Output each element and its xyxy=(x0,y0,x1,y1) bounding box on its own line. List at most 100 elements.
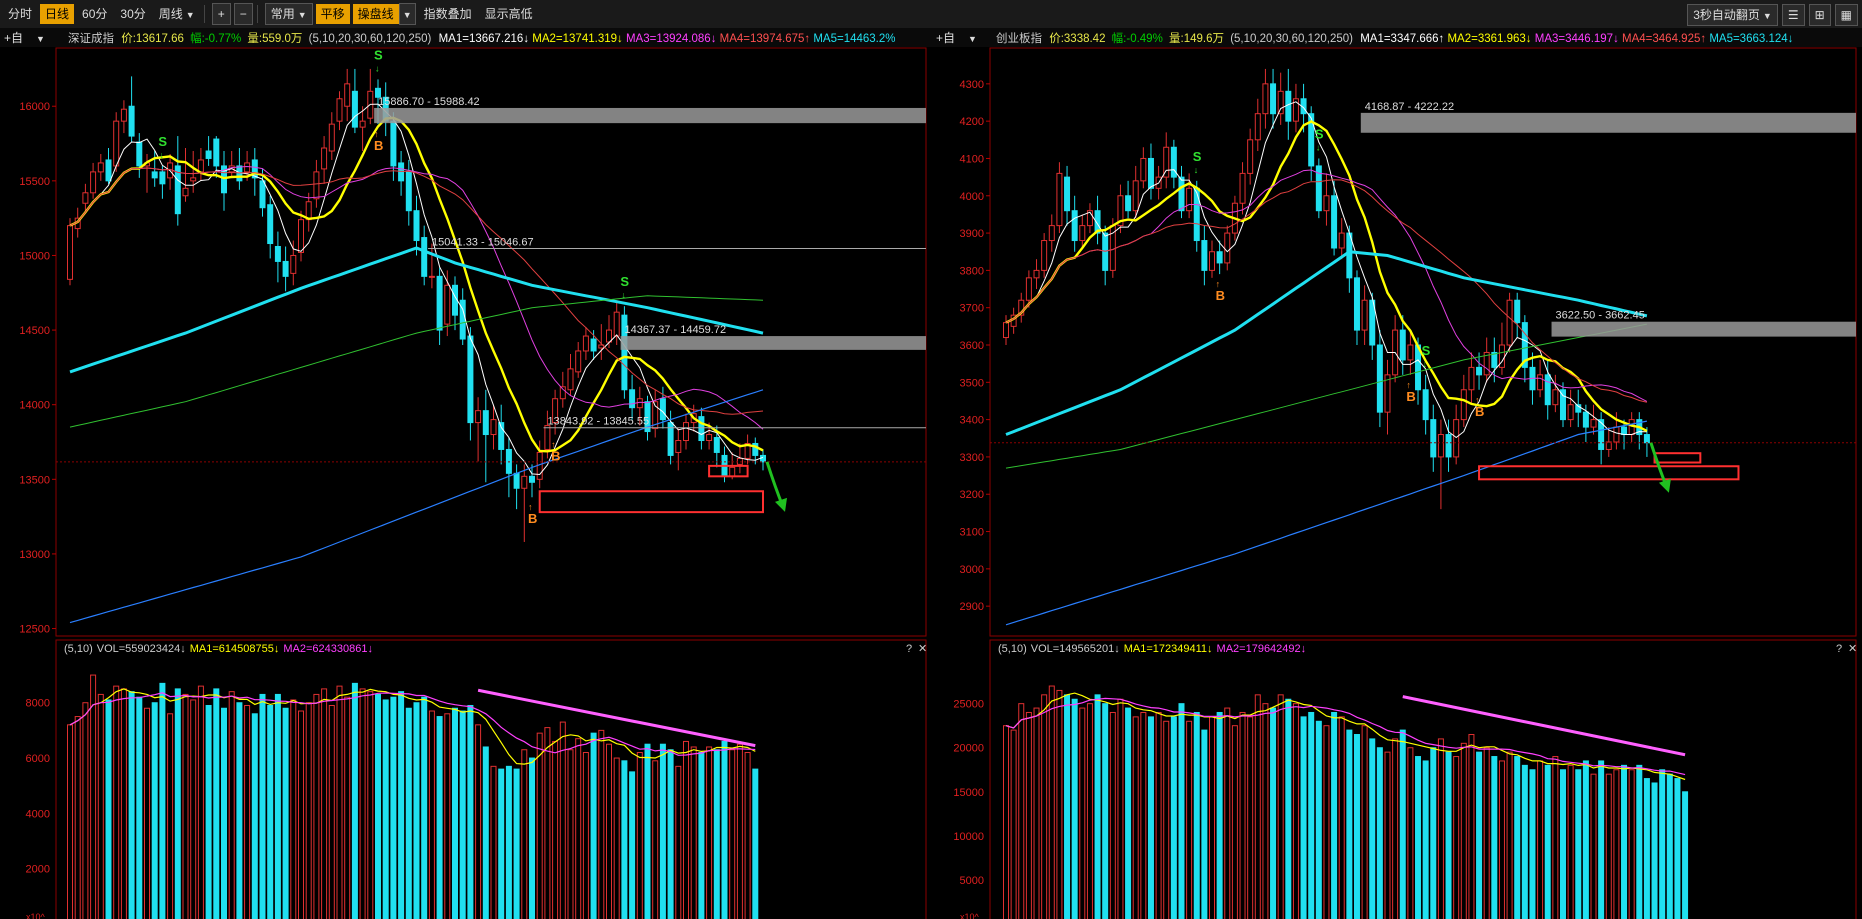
candle-body xyxy=(328,123,335,152)
candle-body xyxy=(1186,187,1193,212)
volume-bar xyxy=(459,710,466,919)
volume-label: VOL=559023424↓ xyxy=(97,643,186,655)
volume-bar xyxy=(167,713,174,919)
volume-bar xyxy=(244,704,251,919)
range-label: 15886.70 - 15988.42 xyxy=(378,96,480,108)
volume-bar xyxy=(298,710,304,919)
volume-bar xyxy=(1231,725,1238,919)
volume-bar xyxy=(90,674,97,919)
volume-bar xyxy=(659,743,666,919)
volume-bar xyxy=(305,702,312,919)
candle-body xyxy=(1216,251,1223,264)
candle-body xyxy=(1407,344,1414,361)
candle-body xyxy=(428,275,435,278)
volume-bar xyxy=(482,746,489,919)
corner-menu-button[interactable]: +自 xyxy=(936,31,955,45)
volume-bar xyxy=(282,707,289,919)
candle-body xyxy=(1270,83,1277,115)
price-tick-label: 13000 xyxy=(19,549,50,561)
candle-body xyxy=(421,237,428,277)
period-week-tab[interactable]: 周线 ▼ xyxy=(154,4,200,24)
period-day-tab[interactable]: 日线 xyxy=(40,4,75,24)
ma4-label: MA4=3464.925↑ xyxy=(1622,33,1706,45)
volume-bar xyxy=(1674,778,1681,919)
volume-bar xyxy=(413,702,420,919)
change-readout: 幅:-0.49% xyxy=(1112,32,1163,45)
candle-body xyxy=(321,147,328,170)
corner-menu-button[interactable]: +自 xyxy=(4,31,23,45)
volume-bar xyxy=(1376,747,1383,919)
candle-body xyxy=(675,440,682,453)
candle-body xyxy=(636,398,643,409)
volume-tick-label: 20000 xyxy=(953,743,984,755)
zoom-out-button[interactable]: − xyxy=(233,3,253,25)
candle-body xyxy=(1613,426,1620,443)
volume-bar xyxy=(120,688,127,919)
volume-label: MA2=179642492↓ xyxy=(1217,643,1307,655)
period-60min-tab[interactable]: 60分 xyxy=(77,4,112,24)
chevron-down-icon: ▼ xyxy=(36,34,45,44)
ma1-label: MA1=13667.216↓ xyxy=(439,33,529,45)
price-tick-label: 3800 xyxy=(960,265,984,277)
volume-bar xyxy=(1102,703,1109,919)
price-tick-label: 4300 xyxy=(960,79,984,91)
candle-body xyxy=(1025,277,1032,301)
volume-bar xyxy=(1498,760,1505,919)
volume-tick-label: 2000 xyxy=(26,864,50,876)
candle-body xyxy=(405,171,412,212)
candle-body xyxy=(1361,299,1368,331)
list-view-icon[interactable]: ☰ xyxy=(1781,4,1805,26)
volume-bar xyxy=(1415,756,1422,919)
trade-line-button[interactable]: 操盘线 xyxy=(352,4,399,24)
volume-bar xyxy=(1041,694,1048,919)
buy-arrow-icon: ↑ xyxy=(1475,395,1480,405)
ma-params: (5,10,20,30,60,120,250) xyxy=(1230,33,1353,45)
volume-bar xyxy=(1209,716,1216,919)
show-high-low-button[interactable]: 显示高低 xyxy=(480,4,538,24)
volume-bar xyxy=(1643,778,1650,919)
candle-body xyxy=(197,159,204,173)
volume-bar xyxy=(652,760,659,919)
candle-body xyxy=(475,410,482,424)
layout-icon[interactable]: ▦ xyxy=(1834,4,1858,26)
pan-button[interactable]: 平移 xyxy=(315,4,350,24)
volume-bar xyxy=(398,691,405,919)
ma3-label: MA3=3446.197↓ xyxy=(1535,33,1619,45)
volume-bar xyxy=(128,691,135,919)
candle-body xyxy=(274,246,281,262)
chart-canvas-right[interactable]: +自 ▼ 创业板指 价:3338.42 幅:-0.49% 量:149.6万 (5… xyxy=(932,28,1862,919)
volume-bar xyxy=(1460,742,1467,919)
volume-bar xyxy=(82,702,89,919)
chart-info-line: 创业板指 价:3338.42 幅:-0.49% 量:149.6万 (5,10,2… xyxy=(996,31,1793,45)
volume-bar xyxy=(1056,689,1063,919)
zoom-in-button[interactable]: + xyxy=(211,3,231,25)
volume-bar xyxy=(498,768,505,919)
volume-bar xyxy=(559,721,566,919)
candle-body xyxy=(1132,180,1139,212)
period-30min-tab[interactable]: 30分 xyxy=(115,4,150,24)
range-label: 15041.33 - 15046.67 xyxy=(432,236,534,248)
volume-readout: 量:149.6万 xyxy=(1169,32,1224,45)
volume-bar xyxy=(675,765,682,919)
auto-page-button[interactable]: 3秒自动翻页 ▼ xyxy=(1687,4,1778,26)
index-overlay-button[interactable]: 指数叠加 xyxy=(419,4,477,24)
buy-arrow-icon: ↑ xyxy=(551,440,556,450)
grid-view-icon[interactable]: ⊞ xyxy=(1808,4,1831,26)
candle-body xyxy=(1224,232,1231,264)
volume-bar xyxy=(328,704,335,919)
candle-body xyxy=(444,284,451,325)
volume-bar xyxy=(644,743,651,919)
chart-canvas-left[interactable]: +自 ▼ 深证成指 价:13617.66 幅:-0.77% 量:559.0万 (… xyxy=(0,28,932,919)
volume-bar xyxy=(536,732,543,919)
price-tick-label: 3700 xyxy=(960,303,984,315)
trade-line-dropdown[interactable]: ▼ xyxy=(398,3,416,25)
volume-bar xyxy=(706,746,713,919)
volume-bar xyxy=(1323,725,1330,919)
candle-body xyxy=(1582,411,1589,428)
period-minute-tab[interactable]: 分时 xyxy=(3,4,37,24)
candle-body xyxy=(190,177,197,182)
common-menu-button[interactable]: 常用 ▼ xyxy=(264,3,313,25)
candle-body xyxy=(575,350,582,373)
volume-bar xyxy=(1285,698,1292,919)
volume-bar xyxy=(1529,769,1536,919)
